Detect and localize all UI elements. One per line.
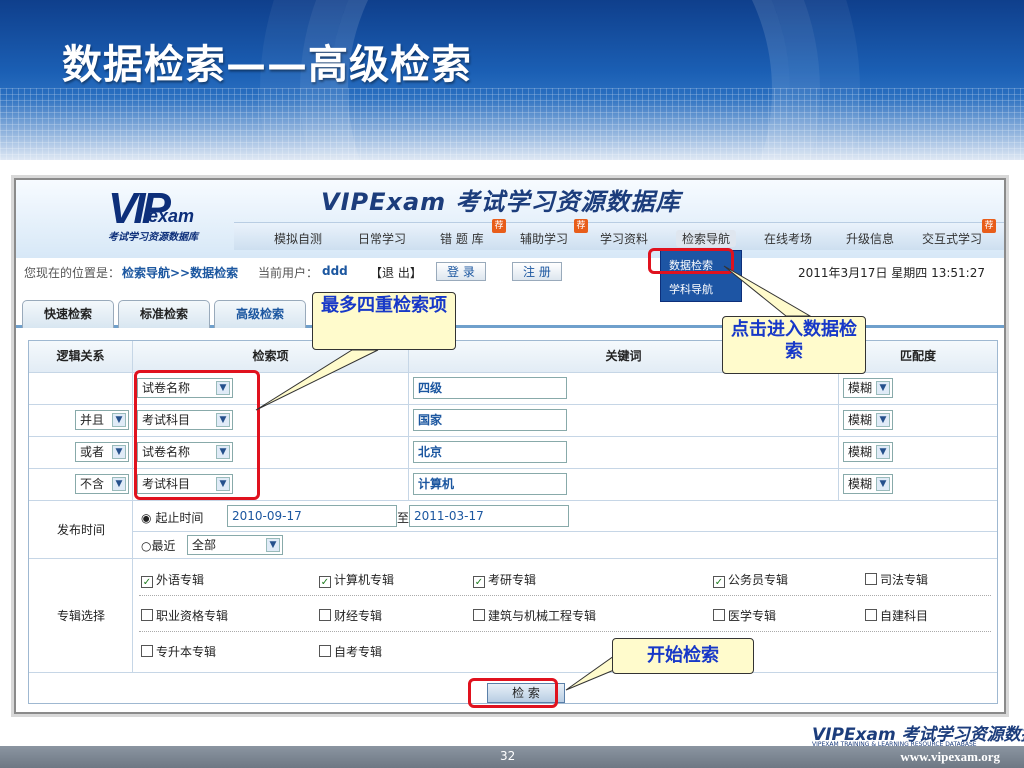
callout-pointer-enter (723, 265, 812, 317)
callout-pointer-four (255, 349, 379, 411)
page-number: 32 (500, 749, 516, 763)
callout-pointer-start (565, 655, 615, 691)
callout-enter-search: 点击进入数据检索 (722, 316, 866, 374)
callout-pointers (255, 265, 812, 691)
slide-footer: 32 www.vipexam.org (0, 746, 1024, 768)
footer-url: www.vipexam.org (900, 749, 1000, 764)
callout-four-items: 最多四重检索项 (312, 292, 456, 350)
callout-start-search: 开始检索 (612, 638, 754, 674)
